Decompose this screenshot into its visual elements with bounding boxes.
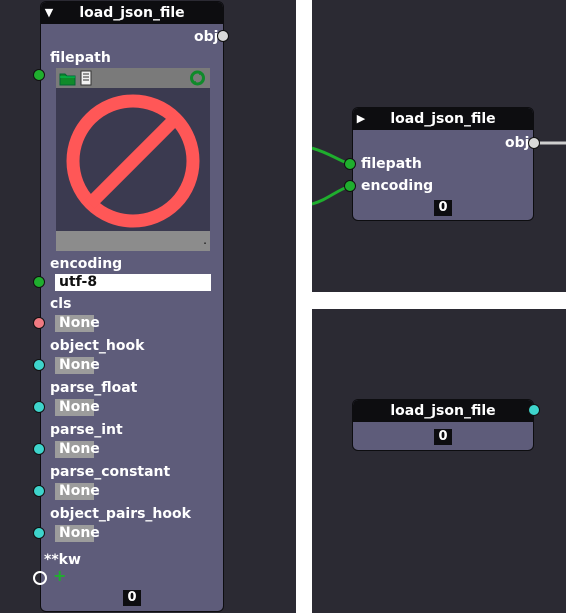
input-socket-parse-int[interactable] <box>33 443 45 455</box>
param-value-object-hook[interactable]: None <box>55 357 100 374</box>
node-counter: 0 <box>434 429 452 445</box>
preview-toolbar <box>56 68 210 88</box>
output-label: obj <box>505 135 530 151</box>
output-socket-obj[interactable] <box>217 30 229 42</box>
encoding-input[interactable]: utf-8 <box>55 274 211 291</box>
no-preview-icon <box>58 91 208 235</box>
node-header[interactable]: load_json_file <box>353 400 533 422</box>
output-socket-obj[interactable] <box>528 137 540 149</box>
left-canvas-panel[interactable]: ▼ load_json_file obj filepath . encoding… <box>0 0 296 613</box>
output-socket[interactable] <box>528 404 540 416</box>
expand-toggle-icon[interactable]: ▶ <box>353 108 369 130</box>
input-socket-encoding[interactable] <box>344 180 356 192</box>
param-value-parse-float[interactable]: None <box>55 399 100 416</box>
input-socket-cls[interactable] <box>33 317 45 329</box>
node-header[interactable]: ▼ load_json_file <box>41 2 223 24</box>
input-socket-filepath[interactable] <box>344 158 356 170</box>
node-counter: 0 <box>123 590 141 606</box>
input-label-filepath: filepath <box>361 156 422 172</box>
input-socket-filepath[interactable] <box>33 69 45 81</box>
input-socket-parse-constant[interactable] <box>33 485 45 497</box>
folder-icon[interactable] <box>59 71 76 90</box>
preview-footer: . <box>56 231 210 251</box>
encoding-label: encoding <box>50 256 123 272</box>
input-socket-encoding[interactable] <box>33 276 45 288</box>
node-title: load_json_file <box>390 111 496 127</box>
param-value-object-pairs-hook[interactable]: None <box>55 525 100 542</box>
bottom-right-canvas-panel[interactable]: load_json_file 0 <box>312 309 566 613</box>
input-socket-object-pairs-hook[interactable] <box>33 527 45 539</box>
preview-footer-dot: . <box>203 233 207 247</box>
output-label: obj <box>194 29 219 45</box>
input-socket-parse-float[interactable] <box>33 401 45 413</box>
node-header[interactable]: ▶ load_json_file <box>353 108 533 130</box>
param-value-parse-int[interactable]: None <box>55 441 100 458</box>
add-kw-button[interactable]: + <box>53 567 66 585</box>
param-label-cls: cls <box>50 296 72 312</box>
filepath-label: filepath <box>50 50 111 66</box>
node-title: load_json_file <box>79 5 185 21</box>
node-counter: 0 <box>434 200 452 216</box>
param-label-object-hook: object_hook <box>50 338 145 354</box>
param-label-parse-constant: parse_constant <box>50 464 171 480</box>
document-icon[interactable] <box>79 70 93 90</box>
input-label-encoding: encoding <box>361 178 434 194</box>
node-title: load_json_file <box>390 403 496 419</box>
param-label-object-pairs-hook: object_pairs_hook <box>50 506 191 522</box>
input-socket-kw[interactable] <box>33 571 47 585</box>
top-right-canvas-panel[interactable]: ▶ load_json_file obj filepath encoding 0 <box>312 0 566 292</box>
param-label-parse-float: parse_float <box>50 380 138 396</box>
reload-icon[interactable] <box>189 70 206 90</box>
param-value-cls[interactable]: None <box>55 315 100 332</box>
param-label-parse-int: parse_int <box>50 422 123 438</box>
param-value-parse-constant[interactable]: None <box>55 483 100 500</box>
filepath-preview-widget[interactable]: . <box>56 68 210 251</box>
collapse-toggle-icon[interactable]: ▼ <box>41 2 57 24</box>
input-socket-object-hook[interactable] <box>33 359 45 371</box>
